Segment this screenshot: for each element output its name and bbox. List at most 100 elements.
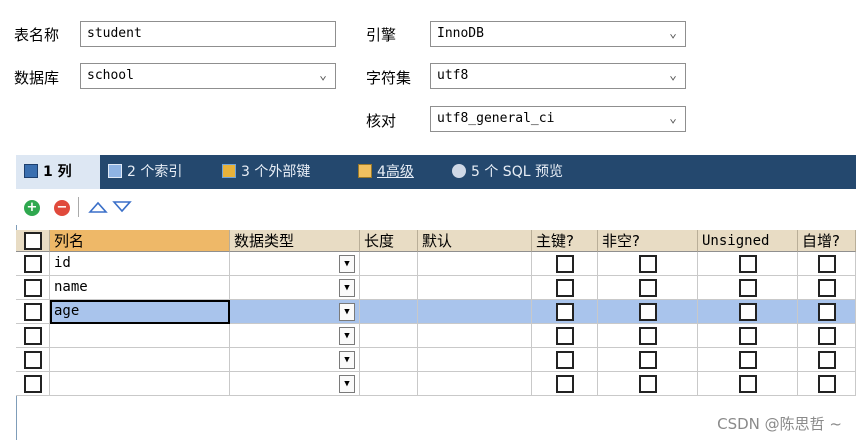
- default-cell[interactable]: [418, 276, 532, 300]
- checkbox[interactable]: [639, 303, 657, 321]
- length-cell[interactable]: [360, 372, 418, 396]
- auto-increment-cell[interactable]: [798, 276, 856, 300]
- auto-increment-cell[interactable]: [798, 372, 856, 396]
- data-type-cell[interactable]: ▼: [230, 300, 360, 324]
- tab-columns[interactable]: 1 列: [16, 155, 100, 189]
- checkbox[interactable]: [556, 375, 574, 393]
- primary-key-cell[interactable]: [532, 324, 598, 348]
- checkbox[interactable]: [639, 351, 657, 369]
- row-select-checkbox[interactable]: [24, 279, 42, 297]
- checkbox[interactable]: [739, 351, 757, 369]
- checkbox[interactable]: [639, 255, 657, 273]
- primary-key-cell[interactable]: [532, 276, 598, 300]
- not-null-cell[interactable]: [598, 324, 698, 348]
- tab-advanced[interactable]: 4高级: [358, 155, 444, 189]
- checkbox[interactable]: [556, 351, 574, 369]
- dropdown-arrow-icon[interactable]: ▼: [339, 351, 355, 369]
- row-select-cell[interactable]: [16, 372, 50, 396]
- table-row[interactable]: name ▼: [16, 276, 856, 300]
- tab-foreign-keys[interactable]: 3 个外部键: [222, 155, 352, 189]
- checkbox[interactable]: [818, 279, 836, 297]
- row-select-cell[interactable]: [16, 324, 50, 348]
- unsigned-cell[interactable]: [698, 276, 798, 300]
- checkbox[interactable]: [818, 303, 836, 321]
- select-all-checkbox[interactable]: [24, 232, 42, 250]
- checkbox[interactable]: [639, 279, 657, 297]
- row-select-cell[interactable]: [16, 348, 50, 372]
- dropdown-arrow-icon[interactable]: ▼: [339, 303, 355, 321]
- table-row[interactable]: ▼: [16, 372, 856, 396]
- checkbox[interactable]: [818, 351, 836, 369]
- checkbox[interactable]: [739, 279, 757, 297]
- tab-indexes[interactable]: 2 个索引: [108, 155, 218, 189]
- data-type-cell[interactable]: ▼: [230, 348, 360, 372]
- row-select-checkbox[interactable]: [24, 255, 42, 273]
- remove-icon[interactable]: −: [54, 200, 70, 216]
- length-cell[interactable]: [360, 348, 418, 372]
- unsigned-cell[interactable]: [698, 252, 798, 276]
- table-row[interactable]: age ▼: [16, 300, 856, 324]
- auto-increment-cell[interactable]: [798, 300, 856, 324]
- row-select-cell[interactable]: [16, 300, 50, 324]
- data-type-cell[interactable]: ▼: [230, 276, 360, 300]
- checkbox[interactable]: [739, 255, 757, 273]
- unsigned-cell[interactable]: [698, 372, 798, 396]
- not-null-cell[interactable]: [598, 300, 698, 324]
- auto-increment-cell[interactable]: [798, 252, 856, 276]
- column-name-cell[interactable]: [50, 372, 230, 396]
- primary-key-cell[interactable]: [532, 300, 598, 324]
- unsigned-cell[interactable]: [698, 300, 798, 324]
- unsigned-cell[interactable]: [698, 324, 798, 348]
- add-icon[interactable]: +: [24, 200, 40, 216]
- column-name-cell[interactable]: age: [50, 300, 230, 324]
- row-select-cell[interactable]: [16, 276, 50, 300]
- primary-key-cell[interactable]: [532, 252, 598, 276]
- checkbox[interactable]: [818, 327, 836, 345]
- database-select[interactable]: school ⌄: [80, 63, 336, 89]
- checkbox[interactable]: [818, 375, 836, 393]
- primary-key-cell[interactable]: [532, 348, 598, 372]
- auto-increment-cell[interactable]: [798, 324, 856, 348]
- column-name-cell[interactable]: [50, 324, 230, 348]
- header-unsigned[interactable]: Unsigned: [698, 230, 798, 252]
- default-cell[interactable]: [418, 324, 532, 348]
- checkbox[interactable]: [639, 375, 657, 393]
- data-type-cell[interactable]: ▼: [230, 324, 360, 348]
- primary-key-cell[interactable]: [532, 372, 598, 396]
- move-up-icon[interactable]: [88, 199, 108, 215]
- checkbox[interactable]: [556, 255, 574, 273]
- dropdown-arrow-icon[interactable]: ▼: [339, 255, 355, 273]
- dropdown-arrow-icon[interactable]: ▼: [339, 327, 355, 345]
- header-column-name[interactable]: 列名: [50, 230, 230, 252]
- row-select-checkbox[interactable]: [24, 327, 42, 345]
- dropdown-arrow-icon[interactable]: ▼: [339, 375, 355, 393]
- not-null-cell[interactable]: [598, 276, 698, 300]
- column-name-cell[interactable]: [50, 348, 230, 372]
- checkbox[interactable]: [556, 303, 574, 321]
- length-cell[interactable]: [360, 324, 418, 348]
- charset-select[interactable]: utf8 ⌄: [430, 63, 686, 89]
- checkbox[interactable]: [556, 279, 574, 297]
- collation-select[interactable]: utf8_general_ci ⌄: [430, 106, 686, 132]
- row-select-checkbox[interactable]: [24, 375, 42, 393]
- header-data-type[interactable]: 数据类型: [230, 230, 360, 252]
- checkbox[interactable]: [639, 327, 657, 345]
- data-type-cell[interactable]: ▼: [230, 372, 360, 396]
- not-null-cell[interactable]: [598, 348, 698, 372]
- column-name-cell[interactable]: name: [50, 276, 230, 300]
- checkbox[interactable]: [739, 375, 757, 393]
- data-type-cell[interactable]: ▼: [230, 252, 360, 276]
- header-length[interactable]: 长度: [360, 230, 418, 252]
- table-row[interactable]: ▼: [16, 348, 856, 372]
- not-null-cell[interactable]: [598, 372, 698, 396]
- default-cell[interactable]: [418, 252, 532, 276]
- checkbox[interactable]: [739, 303, 757, 321]
- row-select-checkbox[interactable]: [24, 303, 42, 321]
- length-cell[interactable]: [360, 252, 418, 276]
- default-cell[interactable]: [418, 372, 532, 396]
- table-row[interactable]: ▼: [16, 324, 856, 348]
- row-select-checkbox[interactable]: [24, 351, 42, 369]
- move-down-icon[interactable]: [112, 199, 132, 215]
- checkbox[interactable]: [818, 255, 836, 273]
- not-null-cell[interactable]: [598, 252, 698, 276]
